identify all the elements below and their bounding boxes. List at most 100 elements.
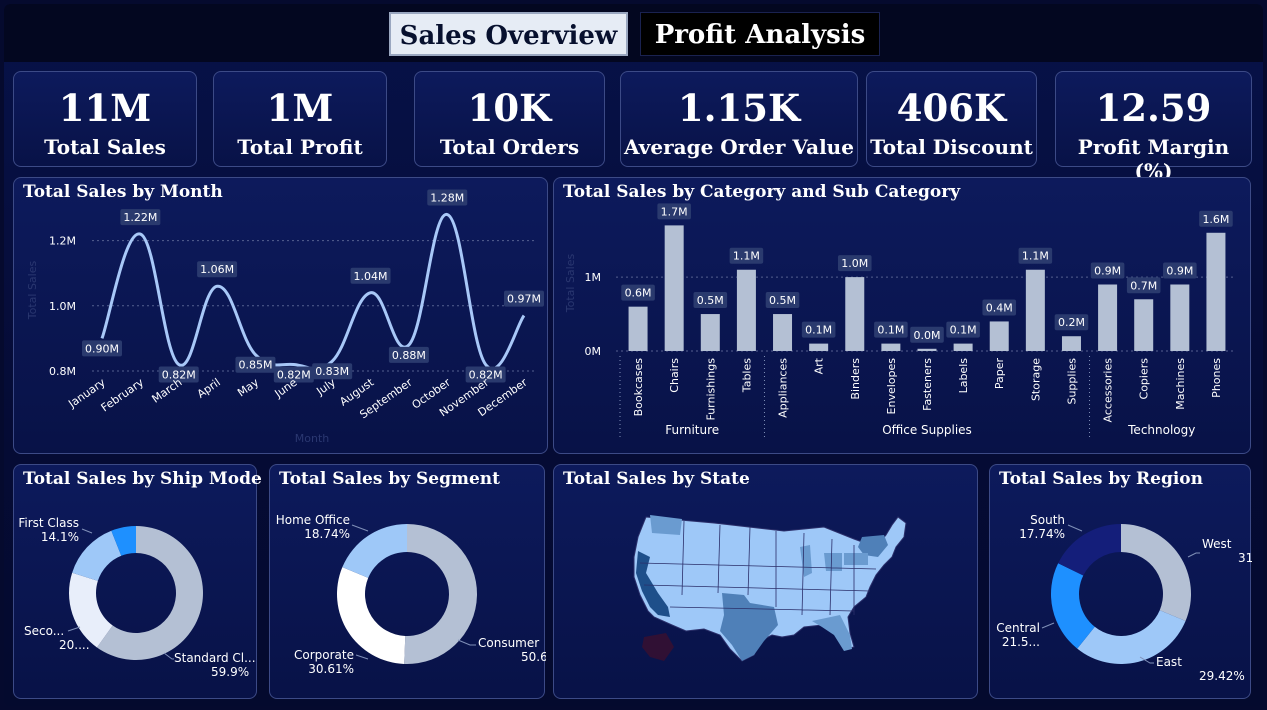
group-label: Furniture	[665, 423, 719, 437]
y-tick-label: 1M	[585, 271, 602, 284]
data-label: 0.2M	[1058, 316, 1085, 329]
kpi-label: Profit Margin (%)	[1077, 135, 1230, 183]
bar	[1025, 269, 1045, 351]
panel-sales-by-category: Total Sales by Category and Sub Category…	[553, 177, 1251, 454]
data-label: 0.6M	[625, 287, 652, 300]
slice-label: East	[1156, 655, 1182, 669]
tab-profit-analysis[interactable]: Profit Analysis	[640, 12, 880, 56]
slice-value: 31.3%	[1238, 551, 1252, 565]
slice-label: West	[1202, 537, 1232, 551]
bar	[989, 321, 1009, 351]
ship-mode-donut-chart[interactable]: Standard Cl...59.9% Seco...20.... First Cl…	[14, 465, 258, 700]
bar	[700, 314, 720, 351]
x-tick-label: Paper	[993, 358, 1006, 390]
us-state-map[interactable]	[554, 465, 979, 700]
slice-label: South	[1030, 513, 1065, 527]
category-bar-chart[interactable]: 0M 1M Total Sales 0.6M Bookcases 1.7M Chairs 0.…	[554, 178, 1252, 455]
data-label: 0.4M	[986, 301, 1013, 314]
panel-sales-by-ship-mode: Total Sales by Ship Mode Standard Cl... 5…	[13, 464, 262, 700]
data-label: 1.0M	[841, 257, 868, 270]
data-label: 0.83M	[315, 365, 349, 378]
bar	[736, 269, 756, 351]
data-label: 0.9M	[1166, 265, 1193, 278]
data-label: 0.90M	[85, 342, 119, 355]
slice-label: Consumer	[478, 636, 539, 650]
y-tick-label: 1.2M	[49, 235, 76, 248]
kpi-label: Total Sales	[44, 135, 166, 159]
slice-value: 30.61%	[308, 662, 354, 676]
kpi-label: Average Order Value	[624, 135, 854, 159]
x-tick-label: Chairs	[668, 358, 681, 393]
leader-line	[355, 654, 369, 660]
panel-sales-by-state: Total Sales by State	[553, 464, 978, 699]
x-tick-label: February	[99, 376, 147, 415]
leader-line	[457, 639, 476, 646]
kpi-profit-margin: 12.59 Profit Margin (%)	[1055, 71, 1252, 183]
leader-line	[81, 528, 93, 534]
slice-label: Corporate	[294, 648, 354, 662]
kpi-total-orders: 10K Total Orders	[414, 71, 605, 167]
data-label: 0.7M	[1130, 279, 1157, 292]
group-label: Technology	[1127, 423, 1195, 437]
kpi-value: 12.59	[1095, 86, 1212, 130]
data-label: 1.22M	[123, 211, 157, 224]
bar	[1206, 232, 1226, 351]
kpi-label: Total Orders	[439, 135, 580, 159]
data-label: 1.1M	[733, 250, 760, 263]
slice-value: 20....	[59, 638, 90, 652]
x-tick-label: Furnishings	[704, 358, 717, 421]
slice-label: First Class	[18, 516, 79, 530]
kpi-label: Total Discount	[870, 135, 1033, 159]
kpi-total-sales: 11M Total Sales	[13, 71, 197, 167]
leader-line	[67, 626, 81, 632]
bar	[1061, 336, 1081, 351]
bar	[881, 343, 901, 351]
data-label: 0.1M	[805, 324, 832, 337]
data-label: 0.88M	[392, 349, 426, 362]
bar	[953, 343, 973, 351]
data-label: 0.1M	[950, 324, 977, 337]
kpi-label: Total Profit	[237, 135, 363, 159]
state-washington	[650, 515, 682, 535]
bar	[845, 277, 865, 351]
data-label: 0.5M	[769, 294, 796, 307]
bar	[664, 225, 684, 351]
data-label: 1.1M	[1022, 250, 1049, 263]
state-alaska	[642, 633, 674, 661]
state-pennsylvania	[844, 553, 868, 565]
region-donut-chart[interactable]: West 31.3% East 29.42% Central21.5... South17…	[990, 465, 1252, 700]
data-label: 1.28M	[430, 192, 464, 205]
x-tick-label: Envelopes	[885, 358, 898, 415]
data-label: 1.06M	[200, 263, 234, 276]
x-tick-label: Tables	[740, 358, 753, 393]
bar	[809, 343, 829, 351]
kpi-value: 11M	[58, 86, 152, 130]
slice-value: 29.42%	[1199, 669, 1245, 683]
y-tick-label: 0.8M	[49, 365, 76, 378]
segment-donut-chart[interactable]: Consumer50.64% Corporate30.61% Home Office…	[270, 465, 546, 700]
top-bar	[4, 4, 1263, 62]
bar	[1098, 284, 1118, 351]
x-tick-label: Machines	[1174, 358, 1187, 410]
leader-line	[163, 652, 174, 660]
x-tick-label: Bookcases	[632, 358, 645, 417]
data-label: 0.0M	[914, 329, 941, 342]
panel-sales-by-region: Total Sales by Region West31.3%East29.42…	[989, 464, 1252, 700]
bar	[917, 348, 937, 351]
kpi-value: 406K	[896, 86, 1007, 130]
x-axis-title: Month	[295, 432, 330, 445]
slice-value: 17.74%	[1019, 527, 1065, 541]
x-tick-label: Binders	[849, 358, 862, 400]
month-line-chart[interactable]: 0.8M1.0M1.2MTotal SalesMonth0.90MJanuary…	[14, 178, 549, 455]
x-tick-label: Labels	[957, 358, 970, 394]
tab-sales-overview[interactable]: Sales Overview	[389, 12, 628, 56]
series-line	[100, 213, 526, 371]
donut-slice	[1121, 524, 1191, 622]
kpi-value: 1M	[266, 86, 334, 130]
slice-label: Seco...	[24, 624, 64, 638]
x-tick-label: Copiers	[1138, 358, 1151, 400]
slice-label: Central	[996, 621, 1040, 635]
y-axis-title: Total Sales	[26, 261, 39, 321]
data-label: 0.97M	[507, 293, 541, 306]
donut-slice	[342, 524, 407, 578]
